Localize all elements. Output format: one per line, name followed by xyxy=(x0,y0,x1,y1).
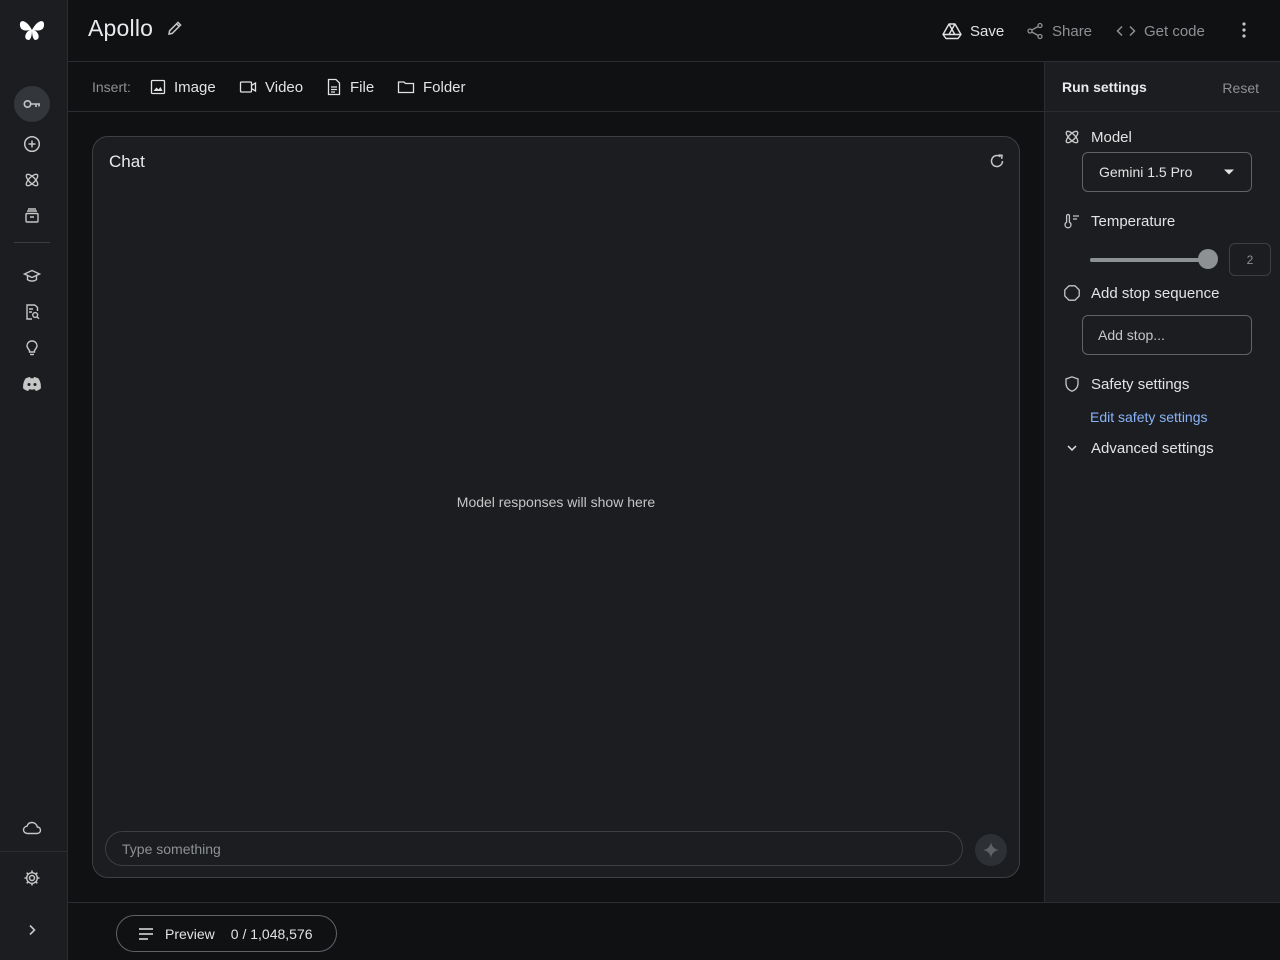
add-circle-icon xyxy=(23,135,41,153)
temperature-row: Temperature xyxy=(1063,212,1175,230)
model-row: Model xyxy=(1063,128,1132,146)
get-code-button[interactable]: Get code xyxy=(1116,18,1205,44)
run-button[interactable] xyxy=(975,834,1007,866)
caret-down-icon xyxy=(1224,169,1234,175)
rail-docs-button[interactable] xyxy=(14,294,50,330)
safety-row: Safety settings xyxy=(1063,375,1189,393)
insert-file-button[interactable]: File xyxy=(326,76,374,98)
file-icon xyxy=(327,78,341,96)
school-icon xyxy=(23,269,41,282)
insert-video-button[interactable]: Video xyxy=(239,76,303,98)
bottom-bar: Preview 0 / 1,048,576 xyxy=(68,902,1280,960)
chat-message-input[interactable] xyxy=(105,831,963,866)
rail-tutorials-button[interactable] xyxy=(14,258,50,294)
advanced-settings-toggle[interactable]: Advanced settings xyxy=(1063,439,1214,457)
temperature-label: Temperature xyxy=(1091,212,1176,230)
insert-label: Insert: xyxy=(92,79,131,95)
rail-cloud-button[interactable] xyxy=(14,810,50,846)
stop-sequence-row: Add stop sequence xyxy=(1063,284,1219,302)
insert-image-label: Image xyxy=(174,78,216,96)
insert-toolbar: Insert: Image Video File Folder xyxy=(68,62,1044,112)
pencil-icon xyxy=(168,21,182,35)
temperature-value-input[interactable]: 2 xyxy=(1229,243,1271,276)
share-button[interactable]: Share xyxy=(1026,18,1092,44)
stop-sequence-input[interactable] xyxy=(1082,315,1252,355)
share-icon xyxy=(1027,22,1043,40)
image-icon xyxy=(150,79,166,95)
save-button[interactable]: Save xyxy=(942,18,1004,44)
rail-expand-button[interactable] xyxy=(14,912,50,948)
chevron-down-icon xyxy=(1067,445,1077,452)
preview-button[interactable]: Preview 0 / 1,048,576 xyxy=(116,915,337,952)
code-icon xyxy=(1116,25,1136,37)
chat-panel: Chat Model responses will show here xyxy=(92,136,1020,878)
run-settings-title: Run settings xyxy=(1062,79,1147,95)
preview-label: Preview xyxy=(165,925,215,942)
model-select-value: Gemini 1.5 Pro xyxy=(1099,164,1193,180)
rail-divider xyxy=(14,242,50,243)
thermometer-icon xyxy=(1064,213,1079,229)
sparkle-icon xyxy=(983,842,999,858)
rail-models-button[interactable] xyxy=(14,162,50,198)
gear-icon xyxy=(24,870,40,886)
run-settings-panel: Run settings Reset Model Gemini 1.5 Pro … xyxy=(1044,62,1280,902)
edit-title-button[interactable] xyxy=(166,19,184,37)
temperature-slider-fill xyxy=(1090,258,1208,262)
advanced-settings-label: Advanced settings xyxy=(1091,439,1214,457)
temperature-slider-thumb[interactable] xyxy=(1198,249,1218,269)
rail-settings-button[interactable] xyxy=(14,860,50,896)
run-settings-header: Run settings Reset xyxy=(1045,62,1280,112)
cloud-icon xyxy=(22,821,42,835)
rail-discord-button[interactable] xyxy=(14,366,50,402)
key-icon xyxy=(23,100,40,109)
rail-api-key-button[interactable] xyxy=(14,86,50,122)
drive-icon xyxy=(942,23,962,40)
model-select[interactable]: Gemini 1.5 Pro xyxy=(1082,152,1252,192)
insert-file-label: File xyxy=(350,78,375,96)
chevron-right-icon xyxy=(29,924,36,936)
discord-icon xyxy=(23,377,41,391)
empty-state-message: Model responses will show here xyxy=(456,494,656,510)
edit-safety-settings-link[interactable]: Edit safety settings xyxy=(1090,409,1208,425)
app-logo-icon[interactable] xyxy=(14,12,50,48)
insert-folder-button[interactable]: Folder xyxy=(397,76,466,98)
atom-icon xyxy=(1065,130,1079,144)
temperature-slider-track[interactable] xyxy=(1090,258,1208,262)
insert-folder-label: Folder xyxy=(423,78,466,96)
lightbulb-icon xyxy=(26,340,38,356)
refresh-icon xyxy=(990,154,1004,168)
notes-icon xyxy=(139,927,153,940)
chat-title: Chat xyxy=(109,152,145,171)
folder-icon xyxy=(397,81,415,94)
more-vert-icon xyxy=(1242,22,1246,38)
left-nav-rail xyxy=(0,0,68,960)
more-options-button[interactable] xyxy=(1232,19,1256,43)
stop-sequence-label: Add stop sequence xyxy=(1091,284,1220,302)
get-code-label: Get code xyxy=(1144,22,1205,40)
rail-new-prompt-button[interactable] xyxy=(14,126,50,162)
insert-video-label: Video xyxy=(265,78,304,96)
shield-icon xyxy=(1065,376,1079,392)
model-label: Model xyxy=(1091,128,1132,146)
save-label: Save xyxy=(970,22,1005,40)
safety-settings-label: Safety settings xyxy=(1091,375,1190,393)
document-search-icon xyxy=(26,304,40,320)
atom-icon xyxy=(25,173,39,187)
rail-ideas-button[interactable] xyxy=(14,330,50,366)
rail-bottom-divider xyxy=(0,851,68,852)
prompt-title: Apollo xyxy=(88,15,154,41)
archive-icon xyxy=(25,208,39,223)
token-count: 0 / 1,048,576 xyxy=(230,925,313,942)
video-icon xyxy=(239,81,257,93)
rail-library-button[interactable] xyxy=(14,198,50,234)
octagon-icon xyxy=(1064,285,1080,301)
top-header: Apollo Save Share Get code xyxy=(68,0,1280,62)
share-label: Share xyxy=(1052,22,1093,40)
app-root: Apollo Save Share Get code Insert: Image… xyxy=(0,0,1280,960)
insert-image-button[interactable]: Image xyxy=(150,76,216,98)
reset-button[interactable]: Reset xyxy=(1222,80,1259,96)
refresh-chat-button[interactable] xyxy=(989,153,1005,169)
